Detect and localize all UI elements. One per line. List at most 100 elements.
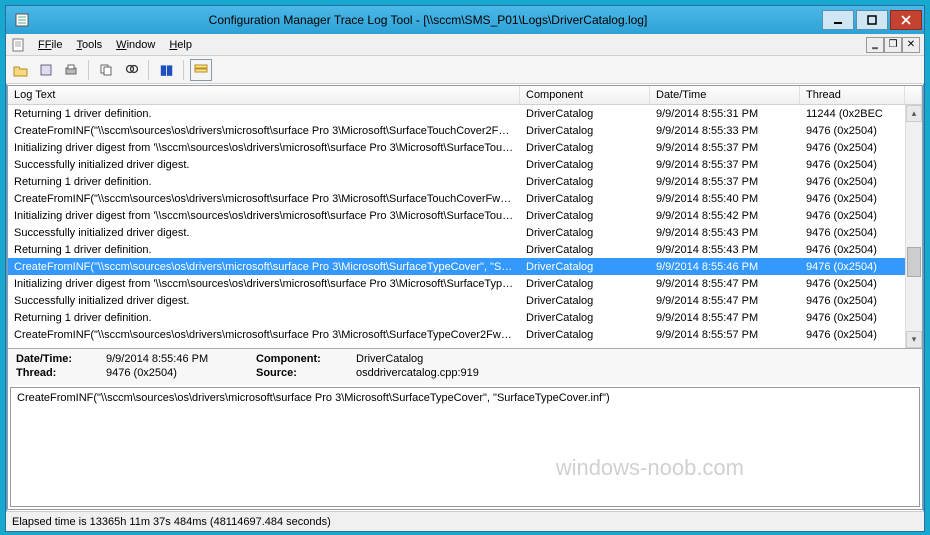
cell-logtext: CreateFromINF("\\sccm\sources\os\drivers… — [8, 124, 520, 138]
cell-datetime: 9/9/2014 8:55:33 PM — [650, 124, 800, 138]
menu-window[interactable]: Window — [110, 37, 161, 53]
table-row[interactable]: Successfully initialized driver digest.D… — [8, 224, 905, 241]
mdi-close-button[interactable]: ✕ — [902, 37, 920, 53]
column-header-component[interactable]: Component — [520, 86, 650, 104]
table-row[interactable]: Returning 1 driver definition.DriverCata… — [8, 105, 905, 122]
detail-datetime-value: 9/9/2014 8:55:46 PM — [106, 353, 236, 365]
cell-datetime: 9/9/2014 8:55:47 PM — [650, 294, 800, 308]
grid-header: Log Text Component Date/Time Thread — [8, 86, 922, 105]
app-window: Configuration Manager Trace Log Tool - [… — [5, 5, 925, 532]
cell-datetime: 9/9/2014 8:55:43 PM — [650, 243, 800, 257]
table-row[interactable]: Returning 1 driver definition.DriverCata… — [8, 309, 905, 326]
menu-help[interactable]: Help — [163, 37, 198, 53]
scroll-thumb[interactable] — [907, 247, 921, 277]
table-row[interactable]: Initializing driver digest from '\\sccm\… — [8, 139, 905, 156]
find-button[interactable] — [120, 59, 142, 81]
table-row[interactable]: Returning 1 driver definition.DriverCata… — [8, 241, 905, 258]
column-header-thread[interactable]: Thread — [800, 86, 905, 104]
grid-rows[interactable]: Returning 1 driver definition.DriverCata… — [8, 105, 905, 348]
document-icon — [10, 37, 26, 53]
table-row[interactable]: Successfully initialized driver digest.D… — [8, 156, 905, 173]
app-icon — [14, 12, 30, 28]
cell-thread: 9476 (0x2504) — [800, 141, 905, 155]
vertical-scrollbar[interactable]: ▴ ▾ — [905, 105, 922, 348]
table-row[interactable]: Successfully initialized driver digest.D… — [8, 292, 905, 309]
toolbar-separator — [148, 60, 149, 80]
refresh-button[interactable] — [35, 59, 57, 81]
pause-button[interactable]: ▮▮ — [155, 59, 177, 81]
log-grid: Log Text Component Date/Time Thread Retu… — [8, 86, 922, 348]
mdi-minimize-button[interactable]: ‗ — [866, 37, 884, 53]
cell-component: DriverCatalog — [520, 209, 650, 223]
toolbar: ▮▮ — [6, 56, 924, 84]
copy-button[interactable] — [95, 59, 117, 81]
cell-component: DriverCatalog — [520, 192, 650, 206]
cell-logtext: Successfully initialized driver digest. — [8, 294, 520, 308]
grid-body: Returning 1 driver definition.DriverCata… — [8, 105, 922, 348]
message-pane[interactable]: CreateFromINF("\\sccm\sources\os\drivers… — [10, 387, 920, 507]
cell-component: DriverCatalog — [520, 175, 650, 189]
cell-logtext: Returning 1 driver definition. — [8, 243, 520, 257]
mdi-restore-button[interactable]: ❐ — [884, 37, 902, 53]
table-row[interactable]: CreateFromINF("\\sccm\sources\os\drivers… — [8, 190, 905, 207]
table-row[interactable]: Returning 1 driver definition.DriverCata… — [8, 173, 905, 190]
cell-datetime: 9/9/2014 8:55:43 PM — [650, 226, 800, 240]
menu-file-label: File — [45, 39, 63, 51]
cell-logtext: CreateFromINF("\\sccm\sources\os\drivers… — [8, 192, 520, 206]
cell-logtext: Initializing driver digest from '\\sccm\… — [8, 277, 520, 291]
cell-component: DriverCatalog — [520, 141, 650, 155]
status-text: Elapsed time is 13365h 11m 37s 484ms (48… — [12, 516, 331, 528]
cell-thread: 9476 (0x2504) — [800, 209, 905, 223]
cell-component: DriverCatalog — [520, 277, 650, 291]
cell-component: DriverCatalog — [520, 124, 650, 138]
cell-datetime: 9/9/2014 8:55:46 PM — [650, 260, 800, 274]
open-button[interactable] — [10, 59, 32, 81]
scroll-up-icon[interactable]: ▴ — [906, 105, 922, 122]
cell-component: DriverCatalog — [520, 158, 650, 172]
column-header-scroll — [905, 86, 922, 104]
table-row[interactable]: CreateFromINF("\\sccm\sources\os\drivers… — [8, 326, 905, 343]
detail-source-label: Source: — [256, 367, 336, 379]
cell-thread: 9476 (0x2504) — [800, 175, 905, 189]
window-title: Configuration Manager Trace Log Tool - [… — [36, 13, 820, 27]
cell-thread: 9476 (0x2504) — [800, 311, 905, 325]
cell-thread: 9476 (0x2504) — [800, 226, 905, 240]
menubar: FFile Tools Window Help ‗ ❐ ✕ — [6, 34, 924, 56]
cell-logtext: CreateFromINF("\\sccm\sources\os\drivers… — [8, 260, 520, 274]
table-row[interactable]: CreateFromINF("\\sccm\sources\os\drivers… — [8, 258, 905, 275]
menu-tools[interactable]: Tools — [70, 37, 108, 53]
cell-datetime: 9/9/2014 8:55:37 PM — [650, 158, 800, 172]
cell-logtext: Returning 1 driver definition. — [8, 107, 520, 121]
detail-pane: Date/Time: 9/9/2014 8:55:46 PM Component… — [8, 348, 922, 385]
cell-thread: 9476 (0x2504) — [800, 328, 905, 342]
cell-datetime: 9/9/2014 8:55:47 PM — [650, 277, 800, 291]
cell-datetime: 9/9/2014 8:55:37 PM — [650, 141, 800, 155]
toolbar-separator — [88, 60, 89, 80]
cell-datetime: 9/9/2014 8:55:31 PM — [650, 107, 800, 121]
column-header-datetime[interactable]: Date/Time — [650, 86, 800, 104]
cell-component: DriverCatalog — [520, 328, 650, 342]
cell-logtext: Initializing driver digest from '\\sccm\… — [8, 209, 520, 223]
cell-component: DriverCatalog — [520, 107, 650, 121]
scroll-down-icon[interactable]: ▾ — [906, 331, 922, 348]
content-area: Log Text Component Date/Time Thread Retu… — [7, 85, 923, 510]
table-row[interactable]: Initializing driver digest from '\\sccm\… — [8, 275, 905, 292]
titlebar[interactable]: Configuration Manager Trace Log Tool - [… — [6, 6, 924, 34]
cell-thread: 9476 (0x2504) — [800, 277, 905, 291]
cell-logtext: Returning 1 driver definition. — [8, 311, 520, 325]
column-header-logtext[interactable]: Log Text — [8, 86, 520, 104]
scroll-track[interactable] — [906, 122, 922, 331]
table-row[interactable]: Initializing driver digest from '\\sccm\… — [8, 207, 905, 224]
table-row[interactable]: CreateFromINF("\\sccm\sources\os\drivers… — [8, 122, 905, 139]
close-button[interactable] — [890, 10, 922, 30]
menu-file[interactable]: FFile — [32, 37, 68, 53]
print-button[interactable] — [60, 59, 82, 81]
highlight-button[interactable] — [190, 59, 212, 81]
minimize-button[interactable] — [822, 10, 854, 30]
cell-datetime: 9/9/2014 8:55:47 PM — [650, 311, 800, 325]
detail-thread-value: 9476 (0x2504) — [106, 367, 236, 379]
cell-datetime: 9/9/2014 8:55:42 PM — [650, 209, 800, 223]
maximize-button[interactable] — [856, 10, 888, 30]
cell-datetime: 9/9/2014 8:55:37 PM — [650, 175, 800, 189]
cell-component: DriverCatalog — [520, 226, 650, 240]
